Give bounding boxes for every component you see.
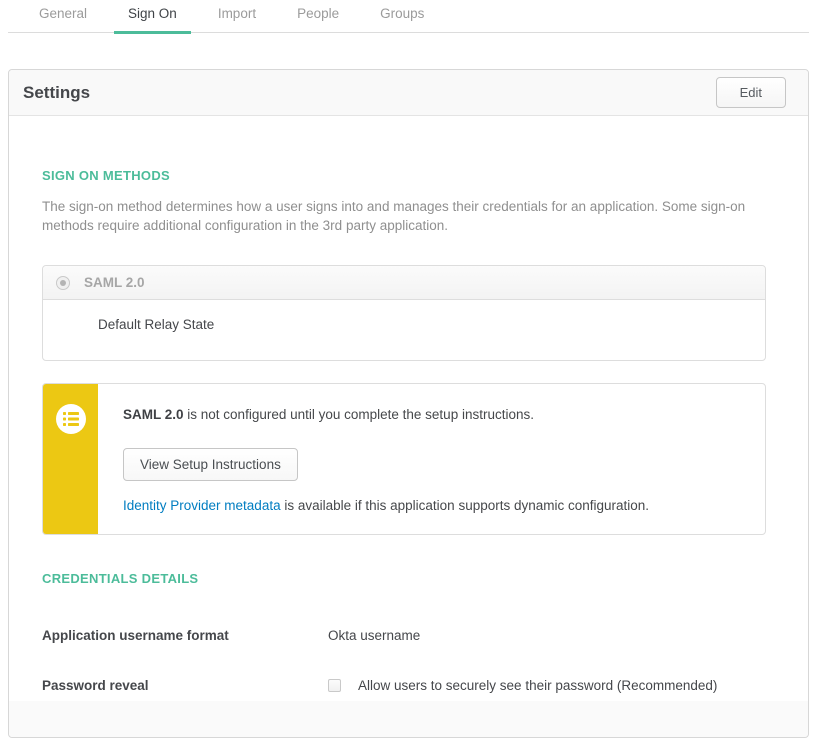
- sign-on-methods-description: The sign-on method determines how a user…: [42, 197, 766, 235]
- tab-import[interactable]: Import: [204, 6, 270, 34]
- idp-metadata-line: Identity Provider metadata is available …: [123, 498, 649, 513]
- password-reveal-checkbox[interactable]: [328, 679, 341, 692]
- tab-general[interactable]: General: [25, 6, 101, 34]
- panel-title: Settings: [23, 83, 90, 103]
- credentials-details-heading: CREDENTIALS DETAILS: [42, 571, 766, 586]
- password-reveal-checkbox-label: Allow users to securely see their passwo…: [358, 678, 717, 693]
- default-relay-state-label: Default Relay State: [43, 300, 765, 332]
- callout-body: SAML 2.0 is not configured until you com…: [98, 384, 669, 534]
- callout-message: SAML 2.0 is not configured until you com…: [123, 407, 649, 422]
- saml-method-body: Default Relay State: [43, 300, 765, 360]
- callout-yellow-strip: [43, 384, 98, 534]
- view-setup-instructions-button[interactable]: View Setup Instructions: [123, 448, 298, 481]
- panel-footer: [9, 701, 808, 737]
- saml-radio-button[interactable]: [56, 276, 70, 290]
- callout-message-bold: SAML 2.0: [123, 407, 184, 422]
- idp-metadata-suffix: is available if this application support…: [281, 498, 649, 513]
- saml-setup-callout: SAML 2.0 is not configured until you com…: [42, 383, 766, 535]
- list-icon: [56, 404, 86, 434]
- username-format-label: Application username format: [42, 628, 328, 643]
- password-reveal-label: Password reveal: [42, 678, 328, 693]
- saml-method-header: SAML 2.0: [43, 266, 765, 300]
- saml-method-box: SAML 2.0 Default Relay State: [42, 265, 766, 361]
- saml-method-label: SAML 2.0: [84, 275, 145, 290]
- tab-people[interactable]: People: [283, 6, 353, 34]
- settings-panel-header: Settings Edit: [9, 70, 808, 116]
- password-reveal-row: Password reveal Allow users to securely …: [42, 678, 766, 693]
- app-tab-bar: General Sign On Import People Groups: [8, 0, 809, 33]
- tab-groups[interactable]: Groups: [366, 6, 438, 34]
- panel-content: SIGN ON METHODS The sign-on method deter…: [9, 116, 808, 701]
- settings-panel: Settings Edit SIGN ON METHODS The sign-o…: [8, 69, 809, 738]
- username-format-value: Okta username: [328, 628, 420, 643]
- edit-button[interactable]: Edit: [716, 77, 786, 108]
- sign-on-methods-heading: SIGN ON METHODS: [42, 168, 766, 183]
- username-format-row: Application username format Okta usernam…: [42, 628, 766, 643]
- identity-provider-metadata-link[interactable]: Identity Provider metadata: [123, 498, 281, 513]
- password-reveal-value: Allow users to securely see their passwo…: [328, 678, 717, 693]
- tab-sign-on[interactable]: Sign On: [114, 6, 191, 34]
- callout-message-rest: is not configured until you complete the…: [184, 407, 534, 422]
